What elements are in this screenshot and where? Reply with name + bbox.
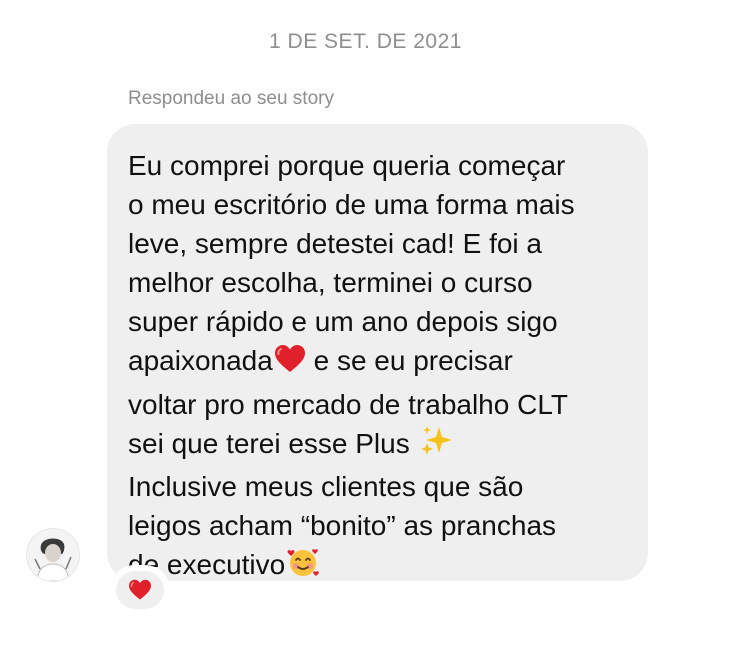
message-fragment: apaixonada [128, 345, 273, 377]
message-bubble[interactable]: Eu comprei porque queria começar o meu e… [107, 124, 648, 581]
smiling-face-with-hearts-icon [286, 546, 320, 588]
message-line: super rápido e um ano depois sigo [128, 306, 558, 338]
message-line: o meu escritório de uma forma mais [128, 189, 575, 221]
reaction-badge[interactable] [113, 568, 167, 612]
message-line: de executivo [128, 545, 630, 588]
message-line: leigos acham “bonito” as pranchas [128, 509, 557, 541]
sender-avatar[interactable] [26, 528, 80, 582]
red-heart-icon [274, 344, 306, 384]
message-line: voltar pro mercado de trabalho CLT [128, 388, 568, 420]
message-line: Inclusive meus clientes que são [128, 470, 524, 502]
message-line: leve, sempre detestei cad! E foi a [128, 228, 542, 260]
reaction-heart-container [116, 571, 164, 609]
message-line: Eu comprei porque queria começar [128, 150, 566, 181]
message-line: melhor escolha, terminei o curso [128, 267, 533, 299]
red-heart-icon [129, 579, 151, 600]
user-avatar-icon [27, 529, 79, 581]
message-line: sei que terei esse Plus [128, 424, 630, 467]
story-reply-label: Respondeu ao seu story [128, 88, 334, 109]
date-separator: 1 DE SET. DE 2021 [269, 30, 462, 53]
message-fragment: e se eu precisar [305, 345, 513, 377]
message-line: apaixonada e se eu precisar [128, 341, 630, 384]
sparkles-icon [419, 425, 453, 467]
message-text: Eu comprei porque queria começar o meu e… [128, 146, 630, 588]
message-fragment: sei que terei esse Plus [128, 427, 418, 459]
